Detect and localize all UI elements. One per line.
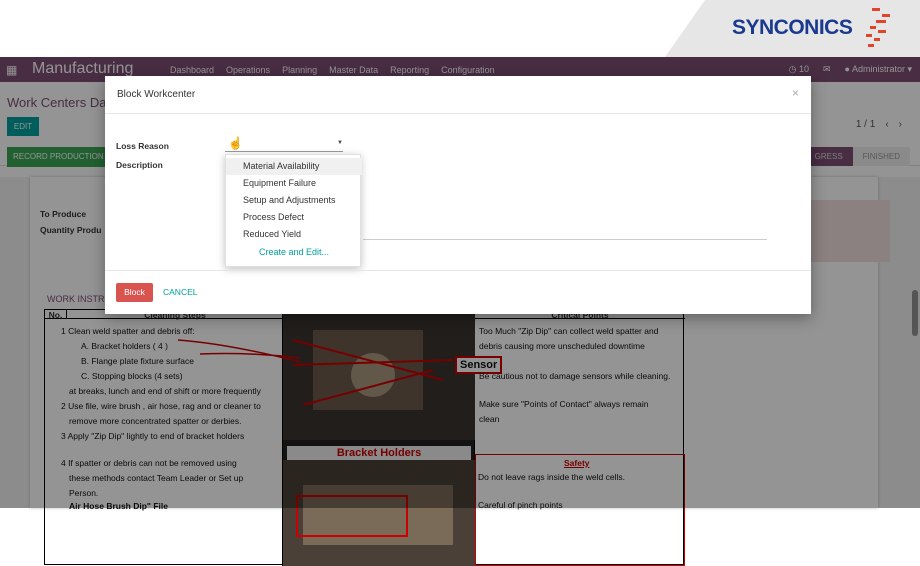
block-button[interactable]: Block <box>116 283 153 302</box>
create-and-edit-link[interactable]: Create and Edit... <box>226 244 362 261</box>
loss-reason-select[interactable]: ☝ ▼ <box>225 134 343 152</box>
close-icon[interactable]: × <box>792 86 799 100</box>
option-setup-and-adjustments[interactable]: Setup and Adjustments <box>226 192 362 209</box>
scrollbar-thumb[interactable] <box>912 290 918 336</box>
cancel-button[interactable]: CANCEL <box>163 287 197 297</box>
brand-logo-mark-icon <box>866 8 890 47</box>
chevron-down-icon[interactable]: ▼ <box>337 140 343 146</box>
option-reduced-yield[interactable]: Reduced Yield <box>226 226 362 243</box>
dialog-header: Block Workcenter × <box>105 76 811 114</box>
description-label: Description <box>116 160 163 170</box>
brand-logo-text: SYNCONICS <box>732 16 853 39</box>
dialog-footer: Block CANCEL <box>105 270 811 314</box>
brand-header: SYNCONICS <box>0 0 920 57</box>
option-process-defect[interactable]: Process Defect <box>226 209 362 226</box>
dialog-title: Block Workcenter <box>117 89 196 100</box>
hand-cursor-icon: ☝ <box>228 136 243 150</box>
loss-reason-label: Loss Reason <box>116 141 169 151</box>
option-material-availability[interactable]: Material Availability <box>226 158 362 175</box>
description-field[interactable] <box>363 239 767 240</box>
option-equipment-failure[interactable]: Equipment Failure <box>226 175 362 192</box>
loss-reason-dropdown: Material Availability Equipment Failure … <box>225 154 362 267</box>
block-workcenter-dialog: Block Workcenter × Loss Reason Descripti… <box>105 76 811 314</box>
